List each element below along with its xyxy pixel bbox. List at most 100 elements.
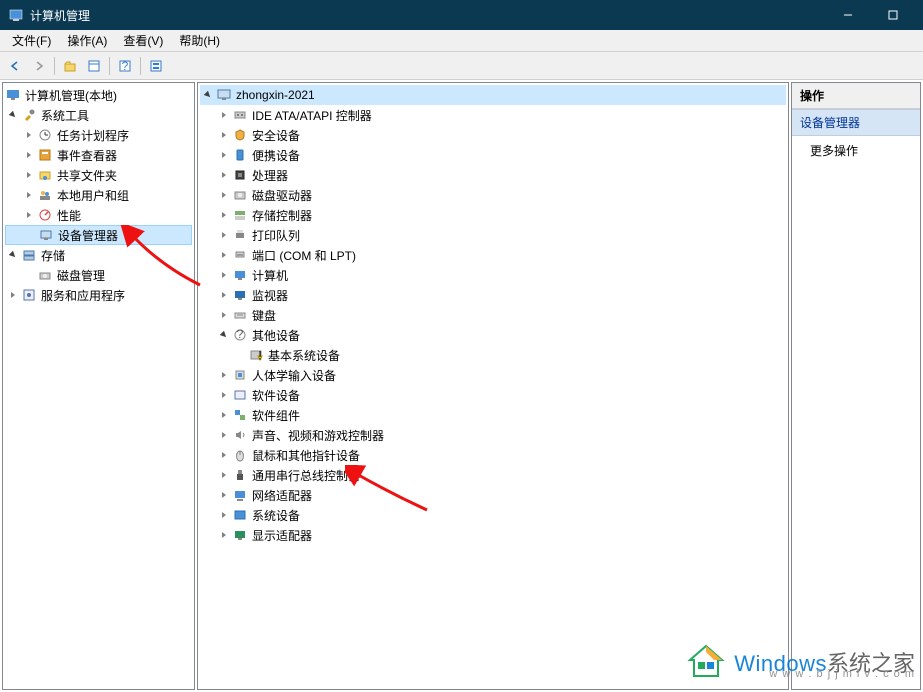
tree-print-queues[interactable]: 打印队列 (200, 225, 786, 245)
expand-icon[interactable] (216, 427, 232, 443)
collapse-icon[interactable] (216, 327, 232, 343)
tree-label: 存储控制器 (250, 207, 314, 224)
tree-computer-root[interactable]: zhongxin-2021 (200, 85, 786, 105)
refresh-button[interactable] (145, 55, 167, 77)
menu-help[interactable]: 帮助(H) (171, 30, 228, 51)
tree-software-components[interactable]: 软件组件 (200, 405, 786, 425)
tree-disk-management[interactable]: 磁盘管理 (5, 265, 192, 285)
left-tree-panel: 计算机管理(本地) 系统工具 任务计划程序 事件查看器 共享文件夹 (2, 82, 195, 690)
expand-icon[interactable] (216, 247, 232, 263)
menu-view[interactable]: 查看(V) (115, 30, 171, 51)
expand-icon[interactable] (216, 407, 232, 423)
tree-software-devices[interactable]: 软件设备 (200, 385, 786, 405)
back-button[interactable] (4, 55, 26, 77)
device-manager-icon (38, 227, 54, 243)
expand-icon[interactable] (216, 287, 232, 303)
expand-icon[interactable] (216, 307, 232, 323)
tree-mice[interactable]: 鼠标和其他指针设备 (200, 445, 786, 465)
security-icon (232, 127, 248, 143)
no-expand (232, 347, 248, 363)
expand-icon[interactable] (21, 187, 37, 203)
collapse-icon[interactable] (5, 107, 21, 123)
tree-label: 事件查看器 (55, 147, 119, 164)
expand-icon[interactable] (216, 207, 232, 223)
tree-display-adapters[interactable]: 显示适配器 (200, 525, 786, 545)
expand-icon[interactable] (216, 267, 232, 283)
tree-base-system-device[interactable]: ! 基本系统设备 (200, 345, 786, 365)
expand-icon[interactable] (216, 107, 232, 123)
expand-icon[interactable] (21, 147, 37, 163)
expand-icon[interactable] (216, 127, 232, 143)
menu-action[interactable]: 操作(A) (59, 30, 115, 51)
help-button[interactable]: ? (114, 55, 136, 77)
expand-icon[interactable] (216, 447, 232, 463)
expand-icon[interactable] (216, 147, 232, 163)
expand-icon[interactable] (216, 487, 232, 503)
expand-icon[interactable] (216, 187, 232, 203)
tree-label: 通用串行总线控制器 (250, 467, 362, 484)
house-logo-icon (684, 640, 728, 684)
tree-other-devices[interactable]: ? 其他设备 (200, 325, 786, 345)
collapse-icon[interactable] (5, 247, 21, 263)
keyboard-icon (232, 307, 248, 323)
tree-services-apps[interactable]: 服务和应用程序 (5, 285, 192, 305)
tree-device-manager[interactable]: 设备管理器 (5, 225, 192, 245)
tree-label: 系统设备 (250, 507, 302, 524)
expand-icon[interactable] (21, 127, 37, 143)
expand-icon[interactable] (216, 227, 232, 243)
more-actions-button[interactable]: 更多操作 (792, 136, 920, 165)
tree-keyboards[interactable]: 键盘 (200, 305, 786, 325)
tree-computer-category[interactable]: 计算机 (200, 265, 786, 285)
tree-processors[interactable]: 处理器 (200, 165, 786, 185)
tree-local-users[interactable]: 本地用户和组 (5, 185, 192, 205)
tree-system-devices[interactable]: 系统设备 (200, 505, 786, 525)
tree-system-tools[interactable]: 系统工具 (5, 105, 192, 125)
expand-icon[interactable] (21, 207, 37, 223)
tree-label: 基本系统设备 (266, 347, 342, 364)
tree-shared-folders[interactable]: 共享文件夹 (5, 165, 192, 185)
tree-performance[interactable]: 性能 (5, 205, 192, 225)
tree-storage[interactable]: 存储 (5, 245, 192, 265)
tree-ports[interactable]: 端口 (COM 和 LPT) (200, 245, 786, 265)
expand-icon[interactable] (5, 287, 21, 303)
services-icon (21, 287, 37, 303)
expand-icon[interactable] (216, 467, 232, 483)
tree-root-computer-management[interactable]: 计算机管理(本地) (5, 85, 192, 105)
software-component-icon (232, 407, 248, 423)
tree-hid[interactable]: 人体学输入设备 (200, 365, 786, 385)
view-button-1[interactable] (83, 55, 105, 77)
display-adapter-icon (232, 527, 248, 543)
computer-icon (216, 87, 232, 103)
expand-icon[interactable] (216, 367, 232, 383)
expand-icon[interactable] (216, 387, 232, 403)
minimize-button[interactable] (825, 0, 870, 30)
tree-disk-drives[interactable]: 磁盘驱动器 (200, 185, 786, 205)
window-titlebar: 计算机管理 (0, 0, 923, 30)
expand-icon[interactable] (216, 507, 232, 523)
svg-text:?: ? (237, 328, 244, 341)
clock-icon (37, 127, 53, 143)
tree-usb-controllers[interactable]: 通用串行总线控制器 (200, 465, 786, 485)
tree-label: 计算机管理(本地) (23, 87, 119, 104)
tree-label: 计算机 (250, 267, 290, 284)
expand-icon[interactable] (21, 167, 37, 183)
tree-task-scheduler[interactable]: 任务计划程序 (5, 125, 192, 145)
menu-file[interactable]: 文件(F) (4, 30, 59, 51)
tree-ide-controllers[interactable]: IDE ATA/ATAPI 控制器 (200, 105, 786, 125)
network-icon (232, 487, 248, 503)
tree-network-adapters[interactable]: 网络适配器 (200, 485, 786, 505)
maximize-button[interactable] (870, 0, 915, 30)
tree-event-viewer[interactable]: 事件查看器 (5, 145, 192, 165)
tree-monitors[interactable]: 监视器 (200, 285, 786, 305)
tree-sound-controllers[interactable]: 声音、视频和游戏控制器 (200, 425, 786, 445)
menubar: 文件(F) 操作(A) 查看(V) 帮助(H) (0, 30, 923, 52)
tree-security-devices[interactable]: 安全设备 (200, 125, 786, 145)
tree-portable-devices[interactable]: 便携设备 (200, 145, 786, 165)
expand-icon[interactable] (216, 527, 232, 543)
forward-button[interactable] (28, 55, 50, 77)
up-button[interactable] (59, 55, 81, 77)
no-expand (21, 267, 37, 283)
collapse-icon[interactable] (200, 87, 216, 103)
tree-storage-controllers[interactable]: 存储控制器 (200, 205, 786, 225)
expand-icon[interactable] (216, 167, 232, 183)
